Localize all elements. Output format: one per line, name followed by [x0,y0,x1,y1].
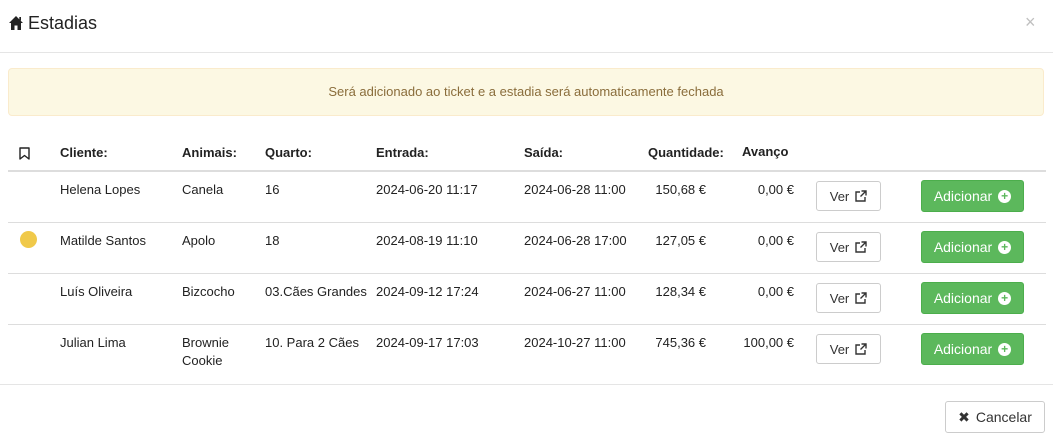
cell-quarto: 03.Cães Grandes [265,284,367,299]
plus-circle-icon: + [998,342,1012,356]
row-divider [8,222,1046,223]
warning-alert: Será adicionado ao ticket e a estadia se… [8,68,1044,116]
ver-button[interactable]: Ver [816,232,881,262]
cell-avanco: 0,00 € [757,233,794,248]
header-cliente: Cliente: [60,145,108,160]
adicionar-label: Adicionar [933,188,993,204]
cell-avanco: 0,00 € [757,182,794,197]
cancel-label: Cancelar [975,409,1032,425]
external-link-icon [855,240,867,253]
external-link-icon [855,342,867,355]
header-animais: Animais: [182,145,237,160]
cell-entrada: 2024-06-20 11:17 [376,182,478,197]
header-saida: Saída: [524,145,564,160]
cell-quantidade: 127,05 € [655,233,706,248]
cell-avanco: 100,00 € [743,335,794,350]
ver-label: Ver [829,239,850,255]
times-icon: ✖ [958,408,970,425]
cancel-button[interactable]: ✖ Cancelar [945,401,1045,433]
cell-animais: Apolo [182,233,216,248]
ver-button[interactable]: Ver [816,334,881,364]
cell-quarto: 10. Para 2 Cães [265,335,359,350]
header-entrada: Entrada: [376,145,429,160]
table-header-divider [8,170,1046,172]
cell-quarto: 16 [265,182,280,197]
cell-cliente: Matilde Santos [60,233,146,248]
header-quarto: Quarto: [265,145,312,160]
status-dot [20,231,37,248]
external-link-icon [855,291,867,304]
cell-quarto: 18 [265,233,280,248]
modal-header: Estadias × [0,0,1053,53]
cell-saida: 2024-06-28 17:00 [524,233,627,248]
plus-circle-icon: + [998,240,1012,254]
adicionar-button[interactable]: Adicionar + [921,333,1024,365]
row-divider [8,324,1046,325]
row-divider [8,273,1046,274]
cell-entrada: 2024-09-17 17:03 [376,335,479,350]
header-quantidade: Quantidade: [648,145,724,160]
cell-entrada: 2024-09-12 17:24 [376,284,479,299]
adicionar-button[interactable]: Adicionar + [921,282,1024,314]
ver-button[interactable]: Ver [816,181,881,211]
cell-quantidade: 150,68 € [655,182,706,197]
footer-divider [0,384,1053,385]
modal-title: Estadias [28,13,98,33]
ver-label: Ver [829,290,850,306]
cell-animais: Bizcocho [182,284,235,299]
ver-button[interactable]: Ver [816,283,881,313]
plus-circle-icon: + [998,291,1012,305]
header-avanco: Avanço [742,144,789,159]
cell-saida: 2024-10-27 11:00 [524,335,626,350]
external-link-icon [855,189,867,202]
ver-label: Ver [829,341,850,357]
ver-label: Ver [829,188,850,204]
cell-quantidade: 745,36 € [655,335,706,350]
home-icon [9,16,23,30]
cell-cliente: Luís Oliveira [60,284,133,299]
cell-quantidade: 128,34 € [655,284,706,299]
cell-animais: Brownie Cookie [182,335,229,368]
adicionar-button[interactable]: Adicionar + [921,231,1024,263]
plus-circle-icon: + [998,189,1012,203]
bookmark-icon [19,147,30,160]
adicionar-label: Adicionar [933,239,993,255]
adicionar-button[interactable]: Adicionar + [921,180,1024,212]
cell-cliente: Helena Lopes [60,182,141,197]
cell-entrada: 2024-08-19 11:10 [376,233,478,248]
cell-cliente: Julian Lima [60,335,126,350]
cell-saida: 2024-06-27 11:00 [524,284,626,299]
adicionar-label: Adicionar [933,290,993,306]
close-button[interactable]: × [1025,12,1036,33]
cell-saida: 2024-06-28 11:00 [524,182,626,197]
cell-animais: Canela [182,182,224,197]
cell-avanco: 0,00 € [757,284,794,299]
adicionar-label: Adicionar [933,341,993,357]
